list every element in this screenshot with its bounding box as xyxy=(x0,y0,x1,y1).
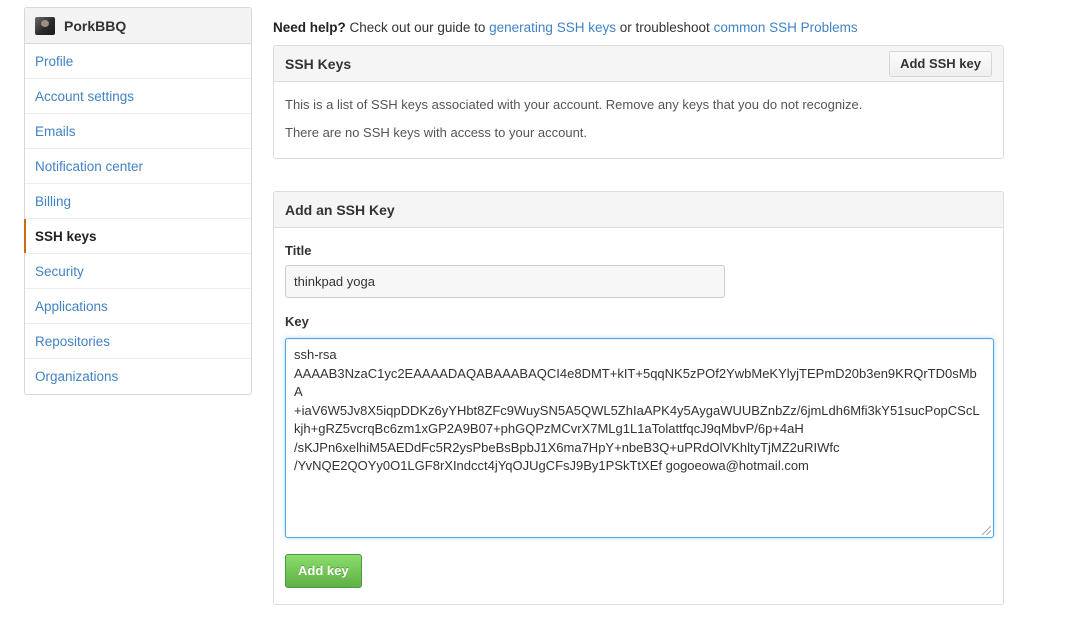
avatar xyxy=(35,16,55,35)
add-ssh-key-button[interactable]: Add SSH key xyxy=(889,50,992,77)
sidebar-item-emails[interactable]: Emails xyxy=(25,114,251,149)
ssh-keys-title: SSH Keys xyxy=(285,55,352,72)
key-label: Key xyxy=(285,314,309,329)
main-content: Need help? Check out our guide to genera… xyxy=(273,0,1004,605)
generating-ssh-keys-link[interactable]: generating SSH keys xyxy=(489,20,616,35)
sidebar-item-security[interactable]: Security xyxy=(25,254,251,289)
sidebar-item-billing[interactable]: Billing xyxy=(25,184,251,219)
sidebar-item-ssh-keys[interactable]: SSH keys xyxy=(24,219,251,254)
add-ssh-key-title: Add an SSH Key xyxy=(285,201,395,218)
help-text: Need help? Check out our guide to genera… xyxy=(273,20,1004,38)
common-ssh-problems-link[interactable]: common SSH Problems xyxy=(714,20,858,35)
help-prefix: Need help? xyxy=(273,20,346,35)
sidebar-item-notification-center[interactable]: Notification center xyxy=(25,149,251,184)
resize-grip-icon[interactable] xyxy=(982,526,991,535)
ssh-keys-header: SSH Keys Add SSH key xyxy=(274,46,1003,82)
sidebar-item-repositories[interactable]: Repositories xyxy=(25,324,251,359)
sidebar-item-applications[interactable]: Applications xyxy=(25,289,251,324)
ssh-keys-description: This is a list of SSH keys associated wi… xyxy=(285,97,863,112)
add-ssh-key-box: Add an SSH Key Title thinkpad yoga Key s… xyxy=(273,191,1004,605)
add-ssh-key-header: Add an SSH Key xyxy=(274,192,1003,228)
settings-sidebar: PorkBBQ Profile Account settings Emails … xyxy=(24,7,252,395)
ssh-keys-box: SSH Keys Add SSH key This is a list of S… xyxy=(273,45,1004,159)
add-key-button[interactable]: Add key xyxy=(285,554,362,588)
sidebar-item-organizations[interactable]: Organizations xyxy=(25,359,251,394)
sidebar-item-account-settings[interactable]: Account settings xyxy=(25,79,251,114)
username: PorkBBQ xyxy=(64,17,127,34)
sidebar-item-profile[interactable]: Profile xyxy=(25,44,251,79)
title-input[interactable]: thinkpad yoga xyxy=(285,265,725,298)
key-textarea-value: ssh-rsa AAAAB3NzaC1yc2EAAAADAQABAAABAQCI… xyxy=(294,347,980,473)
sidebar-header: PorkBBQ xyxy=(25,8,251,44)
ssh-keys-empty-message: There are no SSH keys with access to you… xyxy=(285,125,588,140)
help-text-1: Check out our guide to xyxy=(349,20,486,35)
key-textarea[interactable]: ssh-rsa AAAAB3NzaC1yc2EAAAADAQABAAABAQCI… xyxy=(285,338,994,538)
help-text-2: or troubleshoot xyxy=(619,20,710,35)
title-label: Title xyxy=(285,243,312,258)
